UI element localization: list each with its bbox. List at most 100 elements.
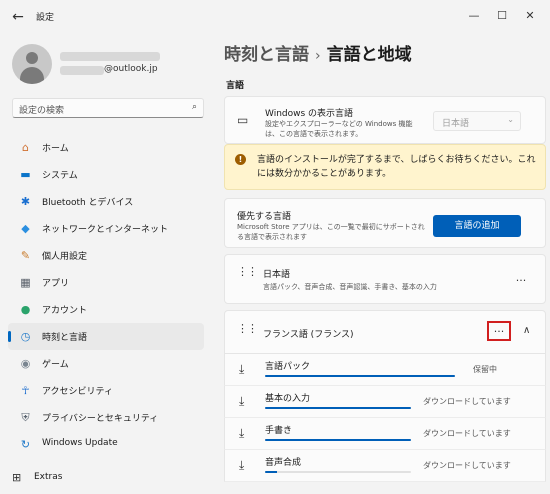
feature-progress-bar	[265, 375, 455, 377]
display-language-title: Windows の表示言語	[265, 109, 354, 119]
profile-email: @outlook.jp	[104, 64, 158, 74]
sidebar-item-label: ゲーム	[42, 360, 69, 370]
sidebar-item-label: システム	[42, 171, 78, 181]
sidebar-item[interactable]: ✎ 個人用設定	[8, 242, 204, 269]
sidebar-item-label: 個人用設定	[42, 252, 88, 262]
sidebar-item-label: Extras	[34, 472, 63, 482]
breadcrumb: 時刻と言語 › 言語と地域	[224, 40, 412, 65]
progress-fill	[265, 407, 411, 409]
preferred-languages-title: 優先する言語	[237, 212, 292, 222]
download-icon: ⤓	[239, 394, 245, 408]
selected-indicator	[8, 331, 11, 342]
sidebar-item-label: アカウント	[42, 306, 88, 316]
sidebar-item[interactable]: ◆ ネットワークとインターネット	[8, 215, 204, 242]
sidebar-item-extras[interactable]: ⊞ Extras	[12, 470, 202, 486]
sidebar-item[interactable]: ▦ アプリ	[8, 269, 204, 296]
home-icon: ⌂	[22, 141, 29, 154]
sidebar-item-label: 時刻と言語	[42, 333, 88, 343]
more-options-button[interactable]: ···	[487, 321, 511, 341]
feature-status: ダウンロードしています	[423, 397, 511, 406]
profile-email-redacted	[60, 66, 104, 75]
user-profile[interactable]: @outlook.jp	[12, 44, 212, 94]
search-icon[interactable]: ⌕	[192, 102, 197, 112]
download-icon: ⤓	[239, 362, 245, 376]
more-options-button[interactable]: ···	[509, 270, 533, 290]
feature-status: 保留中	[473, 365, 497, 374]
gaming-icon: ◉	[20, 357, 31, 370]
sidebar-item[interactable]: ☥ アクセシビリティ	[8, 377, 204, 404]
bluetooth-icon: ✱	[20, 195, 31, 208]
search-placeholder: 設定の検索	[19, 106, 65, 116]
sidebar-item-label: プライバシーとセキュリティ	[42, 414, 159, 424]
download-icon: ⤓	[239, 426, 245, 440]
time-language-icon: ◷	[20, 330, 31, 343]
monitor-icon: ▭	[237, 113, 249, 127]
sidebar-item[interactable]: ↻ Windows Update	[8, 431, 204, 458]
extras-icon: ⊞	[12, 471, 22, 484]
download-icon: ⤓	[239, 458, 245, 472]
progress-fill	[265, 375, 455, 377]
language-name: フランス語 (フランス)	[263, 330, 354, 340]
progress-fill	[265, 439, 411, 441]
accessibility-icon: ☥	[21, 384, 30, 397]
drag-handle-icon[interactable]: ⋮⋮	[237, 266, 258, 277]
install-warning-banner: ! 言語のインストールが完了するまで、しばらくお待ちください。これには数分かかる…	[224, 144, 546, 190]
minimize-icon[interactable]: —	[460, 5, 488, 27]
warning-icon: !	[235, 154, 246, 165]
feature-label: 言語パック	[265, 362, 311, 372]
sidebar-item-label: Bluetooth とデバイス	[42, 198, 134, 208]
feature-status: ダウンロードしています	[423, 461, 511, 470]
language-item-french[interactable]: ⋮⋮ フランス語 (フランス) ··· ∧	[224, 310, 546, 354]
sidebar-item-label: アクセシビリティ	[42, 387, 114, 397]
feature-label: 音声合成	[265, 458, 302, 468]
language-features: 言語パック、音声合成、音声認識、手書き、基本の入力	[263, 283, 437, 291]
progress-fill	[265, 471, 277, 473]
main-content: 時刻と言語 › 言語と地域 言語 ▭ Windows の表示言語 設定やエクスプロー…	[212, 34, 550, 494]
breadcrumb-separator: ›	[315, 48, 321, 64]
feature-label: 手書き	[265, 426, 293, 436]
title-bar: ← 設定 — ☐ ✕	[0, 0, 550, 34]
sidebar-item[interactable]: ● アカウント	[8, 296, 204, 323]
back-arrow-icon[interactable]: ←	[8, 7, 28, 27]
app-title: 設定	[36, 13, 55, 23]
feature-progress-bar	[265, 471, 411, 473]
language-feature-row: ⤓ 音声合成 ダウンロードしています	[224, 450, 546, 482]
sidebar: @outlook.jp 設定の検索 ⌕ ⌂ ホーム ▬ システム ✱ Bluetooth …	[0, 34, 212, 494]
nav-list: ⌂ ホーム ▬ システム ✱ Bluetooth とデバイス ◆ ネットワークとインターネット…	[8, 134, 204, 458]
language-item-japanese[interactable]: ⋮⋮ 日本語 言語パック、音声合成、音声認識、手書き、基本の入力 ···	[224, 254, 546, 304]
feature-status: ダウンロードしています	[423, 429, 511, 438]
sidebar-item-label: アプリ	[42, 279, 70, 289]
add-language-button[interactable]: 言語の追加	[433, 215, 521, 237]
sidebar-item[interactable]: ⌂ ホーム	[8, 134, 204, 161]
chevron-up-icon[interactable]: ∧	[523, 325, 530, 336]
apps-icon: ▦	[20, 276, 31, 289]
display-language-dropdown[interactable]: 日本語 ⌄	[433, 111, 521, 131]
sidebar-item-label: Windows Update	[42, 438, 118, 448]
personalization-icon: ✎	[20, 249, 31, 262]
feature-label: 基本の入力	[265, 394, 311, 404]
windows-update-icon: ↻	[20, 438, 31, 451]
close-icon[interactable]: ✕	[516, 5, 544, 27]
language-feature-row: ⤓ 手書き ダウンロードしています	[224, 418, 546, 450]
language-feature-row: ⤓ 言語パック 保留中	[224, 354, 546, 386]
sidebar-item[interactable]: ⛨ プライバシーとセキュリティ	[8, 404, 204, 431]
drag-handle-icon[interactable]: ⋮⋮	[237, 323, 258, 334]
privacy-icon: ⛨	[21, 411, 30, 424]
feature-progress-bar	[265, 407, 411, 409]
search-input[interactable]: 設定の検索 ⌕	[12, 98, 204, 118]
page-title: 言語と地域	[326, 45, 412, 65]
maximize-icon[interactable]: ☐	[488, 5, 516, 27]
display-language-desc-1: 設定やエクスプローラーなどの Windows 機能	[265, 120, 413, 128]
sidebar-item[interactable]: ▬ システム	[8, 161, 204, 188]
sidebar-item[interactable]: ◷ 時刻と言語	[8, 323, 204, 350]
breadcrumb-parent[interactable]: 時刻と言語	[224, 45, 309, 65]
language-name: 日本語	[263, 270, 291, 280]
display-language-card: ▭ Windows の表示言語 設定やエクスプローラーなどの Windows 機…	[224, 96, 546, 144]
display-language-desc-2: は、この言語で表示されます。	[265, 130, 363, 138]
sidebar-item[interactable]: ✱ Bluetooth とデバイス	[8, 188, 204, 215]
feature-progress-bar	[265, 439, 411, 441]
sidebar-item[interactable]: ◉ ゲーム	[8, 350, 204, 377]
preferred-languages-desc-1: Microsoft Store アプリは、この一覧で最初にサポートされ	[237, 223, 425, 231]
preferred-languages-card: 優先する言語 Microsoft Store アプリは、この一覧で最初にサポート…	[224, 198, 546, 248]
sidebar-item-label: ネットワークとインターネット	[42, 225, 169, 235]
